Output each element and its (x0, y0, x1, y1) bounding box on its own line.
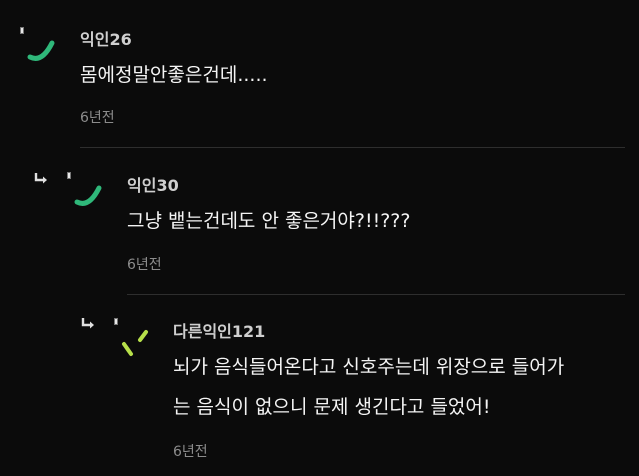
comment-timestamp: 6년전 (127, 257, 162, 273)
comment-text: 몸에정말안좋은건데..... (80, 64, 268, 86)
comment-thread: 익인26 몸에정말안좋은건데..... 6년전 익인30 그냥 뱉는건데도 안 … (0, 0, 639, 476)
avatar[interactable] (67, 172, 113, 218)
comment-text: 그냥 뱉는건데도 안 좋은거야?!!??? (127, 210, 411, 232)
reply-arrow-icon (34, 173, 47, 184)
comment-text: 뇌가 음식들어온다고 신호주는데 위장으로 들어가 는 음식이 없으니 문제 생… (173, 350, 633, 424)
avatar[interactable] (114, 318, 160, 364)
comment-text-line: 뇌가 음식들어온다고 신호주는데 위장으로 들어가 (173, 356, 565, 378)
comment-nickname[interactable]: 익인30 (127, 172, 179, 196)
green-arc-icon (27, 40, 55, 61)
divider (127, 294, 625, 295)
divider (80, 147, 625, 148)
comment-text-line: 는 음식이 없으니 문제 생긴다고 들었어! (173, 396, 491, 418)
comment-timestamp: 6년전 (173, 444, 208, 460)
comment-nickname[interactable]: 다른익인121 (173, 318, 265, 342)
green-arc-icon (74, 185, 102, 206)
avatar[interactable] (20, 27, 66, 73)
comment-nickname[interactable]: 익인26 (80, 26, 132, 50)
comment-timestamp: 6년전 (80, 110, 115, 126)
reply-arrow-icon (81, 318, 94, 329)
lime-strokes-icon (122, 330, 148, 356)
